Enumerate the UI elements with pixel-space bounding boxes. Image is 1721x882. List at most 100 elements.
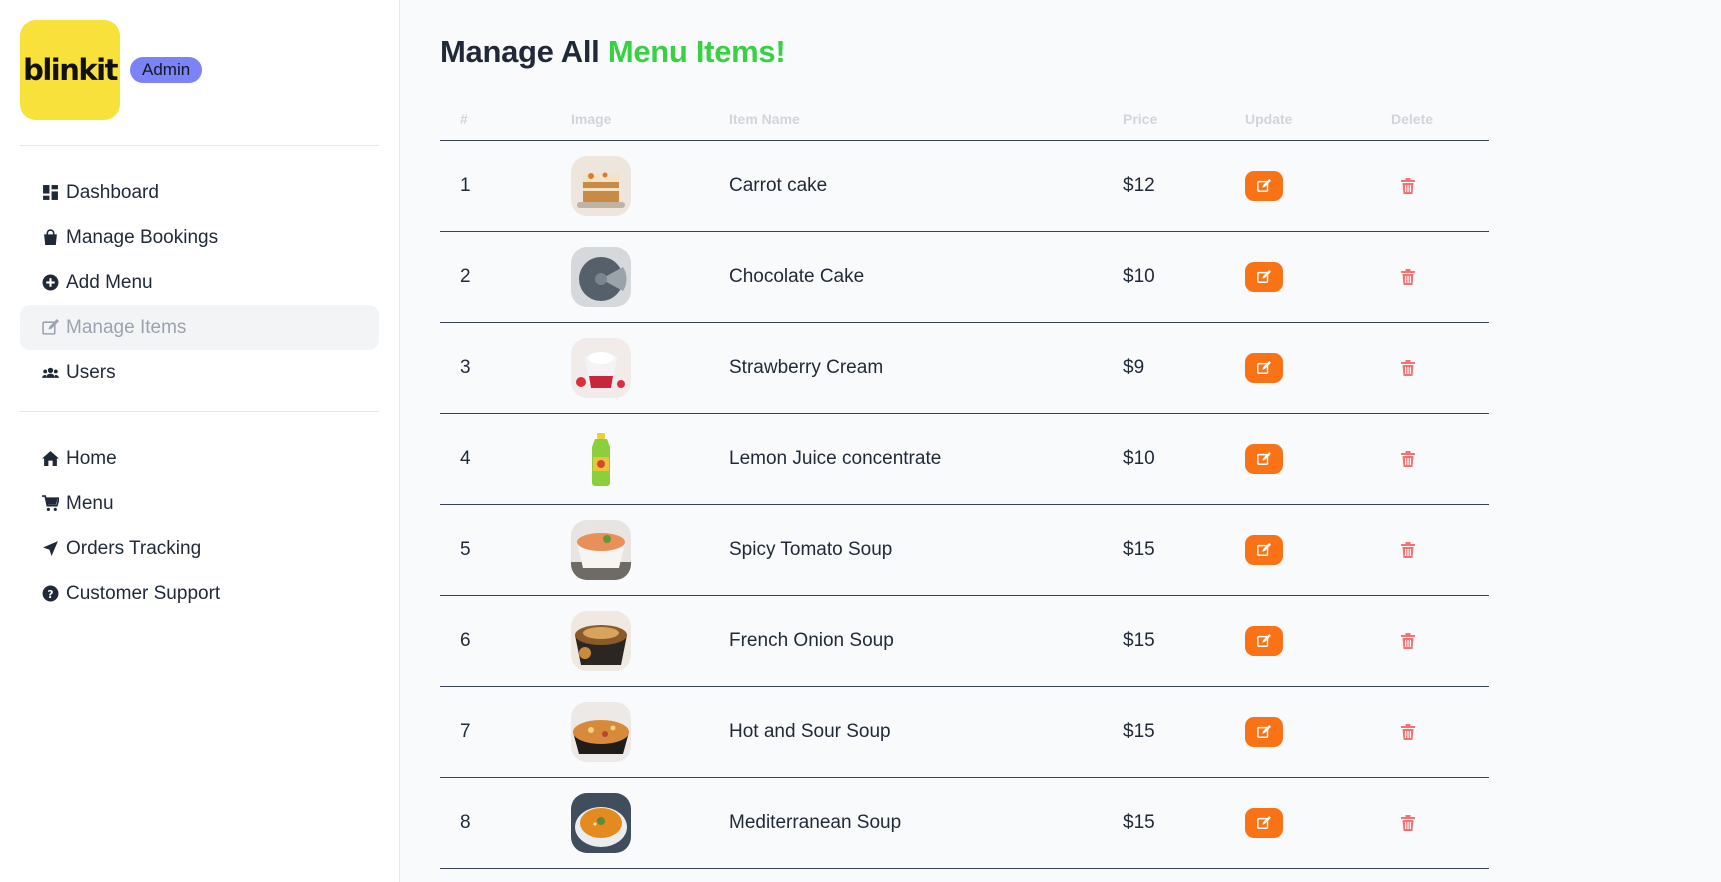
table-row: 7 Hot and Sour Soup $15	[440, 686, 1489, 778]
update-button[interactable]	[1245, 170, 1283, 201]
table-row: 2 Chocolate Cake $10	[440, 231, 1489, 323]
item-name: Lemon Juice concentrate	[709, 413, 1103, 505]
trash-icon	[1401, 268, 1415, 285]
nav-label: Manage Items	[66, 316, 187, 338]
item-name: Strawberry Cream	[709, 322, 1103, 414]
nav-item-orders-tracking[interactable]: Orders Tracking	[20, 526, 379, 571]
nav-item-menu[interactable]: Menu	[20, 481, 379, 526]
table-row: 8 Mediterranean Soup $15	[440, 777, 1489, 869]
nav-item-manage-bookings[interactable]: Manage Bookings	[20, 215, 379, 260]
site-nav: Home Menu Orders Tracking ? Customer Sup…	[20, 436, 379, 616]
item-price: $9	[1103, 322, 1225, 414]
delete-button[interactable]	[1401, 268, 1415, 285]
item-name: Mediterranean Soup	[709, 777, 1103, 869]
delete-cell	[1371, 777, 1489, 869]
nav-item-customer-support[interactable]: ? Customer Support	[20, 571, 379, 616]
item-name: Carrot cake	[709, 140, 1103, 232]
trash-icon	[1401, 814, 1415, 831]
nav-label: Orders Tracking	[66, 537, 202, 559]
nav-label: Add Menu	[66, 271, 153, 293]
table-row: 5 Spicy Tomato Soup $15	[440, 504, 1489, 596]
page-title-accent: Menu Items!	[607, 34, 786, 69]
delete-button[interactable]	[1401, 359, 1415, 376]
tomato-soup-image	[571, 519, 631, 580]
item-image-cell	[551, 322, 709, 414]
update-button[interactable]	[1245, 534, 1283, 565]
edit-icon	[1257, 724, 1271, 738]
column-header-delete: Delete	[1371, 98, 1489, 141]
nav-item-add-menu[interactable]: Add Menu	[20, 260, 379, 305]
row-number: 1	[440, 140, 551, 232]
column-header-update: Update	[1225, 98, 1371, 141]
menu-items-table: # Image Item Name Price Update Delete 1 …	[440, 98, 1489, 869]
item-price: $12	[1103, 140, 1225, 232]
update-button[interactable]	[1245, 716, 1283, 747]
french-onion-soup-image	[571, 610, 631, 671]
row-number: 5	[440, 504, 551, 596]
delete-button[interactable]	[1401, 541, 1415, 558]
edit-icon	[1257, 633, 1271, 647]
table-row: 1 Carrot cake $12	[440, 140, 1489, 232]
blinkit-logo[interactable]: blinkit	[20, 20, 120, 120]
lemon-juice-image	[571, 428, 631, 489]
row-number: 8	[440, 777, 551, 869]
nav-item-home[interactable]: Home	[20, 436, 379, 481]
edit-icon	[1257, 178, 1271, 192]
row-number: 7	[440, 686, 551, 778]
nav-label: Users	[66, 361, 116, 383]
edit-icon	[40, 318, 60, 338]
strawberry-cream-image	[571, 337, 631, 398]
item-name: Hot and Sour Soup	[709, 686, 1103, 778]
nav-item-dashboard[interactable]: Dashboard	[20, 170, 379, 215]
column-header-image: Image	[551, 98, 709, 141]
page-title-prefix: Manage All	[440, 34, 608, 69]
item-image-cell	[551, 686, 709, 778]
row-number: 2	[440, 231, 551, 323]
item-image-cell	[551, 140, 709, 232]
update-button[interactable]	[1245, 352, 1283, 383]
delete-button[interactable]	[1401, 814, 1415, 831]
trash-icon	[1401, 723, 1415, 740]
update-button[interactable]	[1245, 625, 1283, 656]
question-circle-icon: ?	[40, 584, 60, 604]
delete-cell	[1371, 686, 1489, 778]
item-image-cell	[551, 504, 709, 596]
item-image-cell	[551, 231, 709, 323]
delete-cell	[1371, 322, 1489, 414]
edit-icon	[1257, 815, 1271, 829]
item-price: $15	[1103, 595, 1225, 687]
carrot-cake-image	[571, 155, 631, 216]
table-row: 4 Lemon Juice concentrate $10	[440, 413, 1489, 505]
delete-button[interactable]	[1401, 177, 1415, 194]
edit-icon	[1257, 269, 1271, 283]
chocolate-cake-image	[571, 246, 631, 307]
update-cell	[1225, 686, 1371, 778]
delete-button[interactable]	[1401, 450, 1415, 467]
item-price: $15	[1103, 686, 1225, 778]
users-icon	[40, 363, 60, 383]
update-cell	[1225, 413, 1371, 505]
delete-cell	[1371, 504, 1489, 596]
delete-button[interactable]	[1401, 723, 1415, 740]
sidebar: blinkit Admin Dashboard Manage Bookings …	[0, 0, 400, 882]
cart-icon	[40, 494, 60, 514]
column-header-item-name: Item Name	[709, 98, 1103, 141]
nav-item-manage-items[interactable]: Manage Items	[20, 305, 379, 350]
update-cell	[1225, 595, 1371, 687]
nav-item-users[interactable]: Users	[20, 350, 379, 395]
update-button[interactable]	[1245, 807, 1283, 838]
location-arrow-icon	[40, 539, 60, 559]
delete-button[interactable]	[1401, 632, 1415, 649]
update-button[interactable]	[1245, 261, 1283, 292]
brand: blinkit Admin	[20, 20, 379, 146]
table-row: 6 French Onion Soup $15	[440, 595, 1489, 687]
edit-icon	[1257, 360, 1271, 374]
dashboard-icon	[40, 183, 60, 203]
delete-cell	[1371, 231, 1489, 323]
main-content: Manage All Menu Items! # Image Item Name…	[440, 0, 1490, 882]
trash-icon	[1401, 632, 1415, 649]
update-button[interactable]	[1245, 443, 1283, 474]
nav-label: Menu	[66, 492, 114, 514]
update-cell	[1225, 231, 1371, 323]
item-image-cell	[551, 413, 709, 505]
